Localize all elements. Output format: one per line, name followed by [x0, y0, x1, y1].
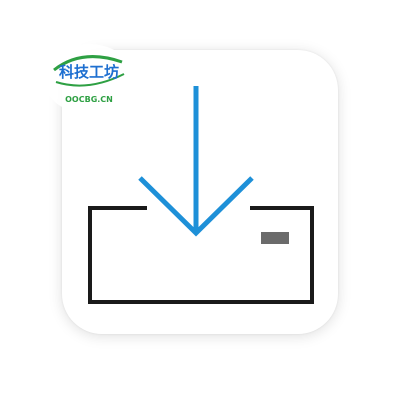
tray-outline [88, 206, 314, 304]
watermark-subtitle: OOCBG.CN [65, 95, 113, 104]
watermark-title: 科技工坊 [59, 63, 119, 81]
page: 科技工坊 OOCBG.CN [0, 0, 400, 400]
watermark-logo: 科技工坊 OOCBG.CN [44, 44, 134, 114]
tray-indicator [261, 232, 289, 244]
